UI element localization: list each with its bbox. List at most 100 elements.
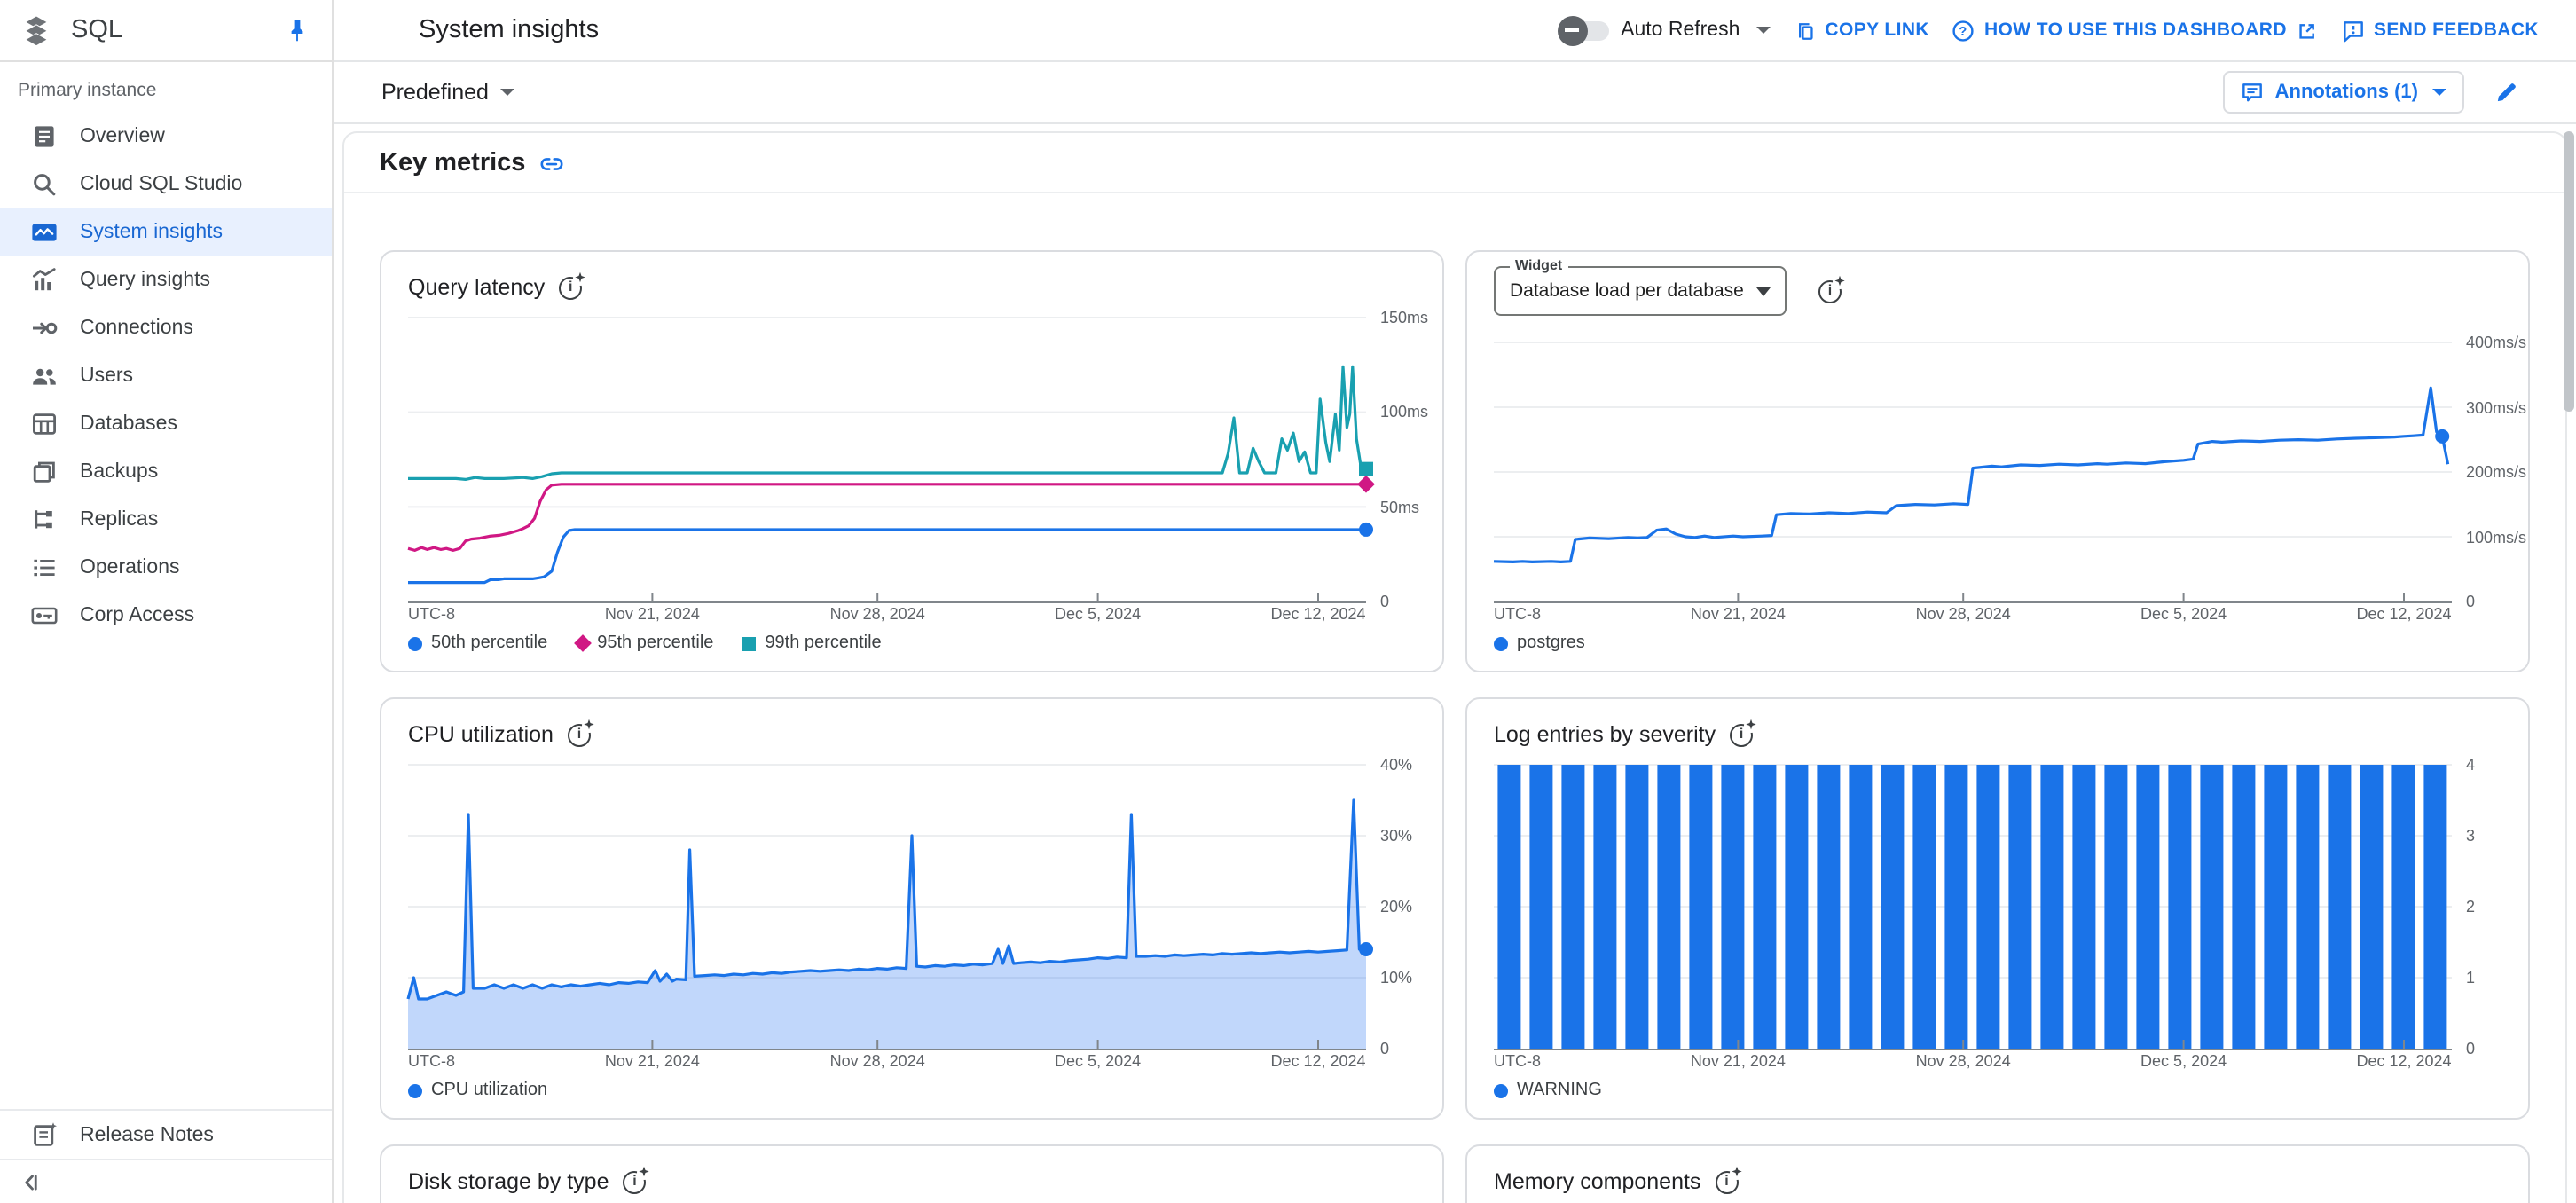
legend-marker xyxy=(742,636,756,650)
memory-components-card: Memory components xyxy=(1465,1144,2530,1203)
section-link-icon[interactable] xyxy=(539,152,564,175)
sidebar-item-label: Replicas xyxy=(80,508,158,530)
sidebar-item-release-notes[interactable]: Release Notes xyxy=(0,1111,332,1159)
legend-item: 99th percentile xyxy=(742,633,881,653)
toggle-knob xyxy=(1557,15,1587,45)
sidebar-item-label: Query insights xyxy=(80,269,210,290)
annotations-button[interactable]: Annotations (1) xyxy=(2224,71,2464,114)
info-icon[interactable] xyxy=(1715,1170,1738,1193)
y-axis-label: 3 xyxy=(2466,827,2475,845)
pin-icon[interactable] xyxy=(284,17,310,43)
replicas-icon xyxy=(30,505,59,533)
query-latency-card: Query latency 150ms100ms50ms0 UTC-8 Nov 2… xyxy=(380,250,1444,672)
y-axis-label: 2 xyxy=(2466,898,2475,916)
collapse-nav-icon[interactable] xyxy=(18,1168,44,1195)
vertical-scrollbar-thumb[interactable] xyxy=(2564,131,2574,412)
auto-refresh-control[interactable]: Auto Refresh xyxy=(1562,20,1770,41)
legend-item: 95th percentile xyxy=(576,633,713,653)
card-header: Disk storage by type xyxy=(381,1146,1442,1199)
info-icon[interactable] xyxy=(559,276,582,299)
legend-label: WARNING xyxy=(1517,1081,1602,1100)
sidebar-item-studio[interactable]: Cloud SQL Studio xyxy=(0,160,332,208)
sidebar-item-label: Corp Access xyxy=(80,604,194,625)
y-axis-label: 200ms/s xyxy=(2466,463,2526,481)
copy-link-button[interactable]: COPY LINK xyxy=(1793,19,1929,42)
sidebar-item-replicas[interactable]: Replicas xyxy=(0,495,332,543)
info-icon[interactable] xyxy=(1818,280,1842,303)
divider xyxy=(344,192,2565,193)
y-axis-label: 40% xyxy=(1380,756,1412,774)
sidebar-item-databases[interactable]: Databases xyxy=(0,399,332,447)
timezone-label: UTC-8 xyxy=(408,605,455,623)
cpu-utilization-card: CPU utilization 40%30%20%10%0 UTC-8Nov 2… xyxy=(380,697,1444,1120)
databases-icon xyxy=(30,409,59,437)
sidebar-item-users[interactable]: Users xyxy=(0,351,332,399)
legend-marker xyxy=(573,634,591,652)
database-load-chart xyxy=(1494,330,2452,603)
auto-refresh-label: Auto Refresh xyxy=(1621,20,1740,41)
connections-icon xyxy=(30,313,59,342)
x-axis-label: Nov 28, 2024 xyxy=(830,1052,925,1070)
sidebar-item-corp-access[interactable]: Corp Access xyxy=(0,591,332,639)
sidebar-header: SQL xyxy=(0,0,332,62)
info-icon[interactable] xyxy=(1730,723,1753,746)
operations-icon xyxy=(30,553,59,581)
system-insights-icon xyxy=(30,217,59,246)
sidebar-item-query-insights[interactable]: Query insights xyxy=(0,256,332,303)
sidebar-item-label: Connections xyxy=(80,317,193,338)
card-header: Memory components xyxy=(1467,1146,2528,1199)
card-header: CPU utilization xyxy=(381,699,1442,752)
legend-label: 99th percentile xyxy=(765,633,881,653)
send-feedback-button[interactable]: SEND FEEDBACK xyxy=(2342,19,2539,42)
auto-refresh-toggle[interactable] xyxy=(1562,20,1608,40)
chart-zone: 150ms100ms50ms0 xyxy=(408,305,1416,603)
svg-text:?: ? xyxy=(1959,24,1967,38)
x-axis: UTC-8Nov 21, 2024Nov 28, 2024Dec 5, 2024… xyxy=(1494,605,2501,625)
page-header: System insights Auto Refresh COPY LINK xyxy=(334,0,2576,62)
section-header: Key metrics xyxy=(344,133,2565,179)
sidebar-item-label: Cloud SQL Studio xyxy=(80,173,242,194)
chevron-down-icon xyxy=(1755,27,1770,34)
chart-legend: 50th percentile 95th percentile 99th perce… xyxy=(408,633,1416,653)
preset-dropdown[interactable]: Predefined xyxy=(381,80,2224,105)
product-title: SQL xyxy=(71,16,284,44)
edit-dashboard-icon[interactable] xyxy=(2494,80,2519,105)
y-axis-label: 300ms/s xyxy=(2466,398,2526,416)
sidebar-item-connections[interactable]: Connections xyxy=(0,303,332,351)
corp-access-icon xyxy=(30,601,59,629)
sidebar-item-label: Release Notes xyxy=(80,1124,214,1145)
x-axis-label: Nov 21, 2024 xyxy=(1691,1052,1786,1070)
sidebar-item-label: System insights xyxy=(80,221,223,242)
sidebar-item-operations[interactable]: Operations xyxy=(0,543,332,591)
chart-legend: CPU utilization xyxy=(408,1081,1416,1100)
sidebar-item-overview[interactable]: Overview xyxy=(0,112,332,160)
info-icon[interactable] xyxy=(624,1170,647,1193)
log-entries-chart xyxy=(1494,752,2452,1050)
sidebar-item-label: Databases xyxy=(80,413,177,434)
sidebar-item-backups[interactable]: Backups xyxy=(0,447,332,495)
card-header: Widget Database load per database xyxy=(1467,252,2528,330)
dashboard-toolbar: Predefined Annotations (1) xyxy=(334,62,2576,124)
send-feedback-label: SEND FEEDBACK xyxy=(2374,20,2539,41)
timezone-label: UTC-8 xyxy=(1494,1052,1541,1070)
legend-label: 95th percentile xyxy=(597,633,713,653)
legend-label: CPU utilization xyxy=(431,1081,547,1100)
log-entries-card: Log entries by severity 43210 UTC-8Nov 2… xyxy=(1465,697,2530,1120)
sidebar-item-system-insights[interactable]: System insights xyxy=(0,208,332,256)
y-axis-label: 50ms xyxy=(1380,498,1419,515)
widget-select-value: Database load per database xyxy=(1510,280,1753,302)
legend-marker xyxy=(408,1083,422,1097)
legend-item: 50th percentile xyxy=(408,633,547,653)
widget-select[interactable]: Widget Database load per database xyxy=(1494,266,1787,316)
how-to-use-dashboard-link[interactable]: ? HOW TO USE THIS DASHBOARD xyxy=(1952,19,2319,42)
legend-item: postgres xyxy=(1494,633,1585,653)
how-to-label: HOW TO USE THIS DASHBOARD xyxy=(1984,20,2287,41)
annotation-icon xyxy=(2242,81,2265,104)
card-header: Query latency xyxy=(381,252,1442,305)
x-axis-label: Nov 21, 2024 xyxy=(605,605,700,623)
card-title: Disk storage by type xyxy=(408,1169,609,1194)
sidebar-item-label: Operations xyxy=(80,556,180,578)
chart-zone: 43210 xyxy=(1494,752,2501,1050)
x-axis-label: Nov 21, 2024 xyxy=(1691,605,1786,623)
info-icon[interactable] xyxy=(568,723,591,746)
